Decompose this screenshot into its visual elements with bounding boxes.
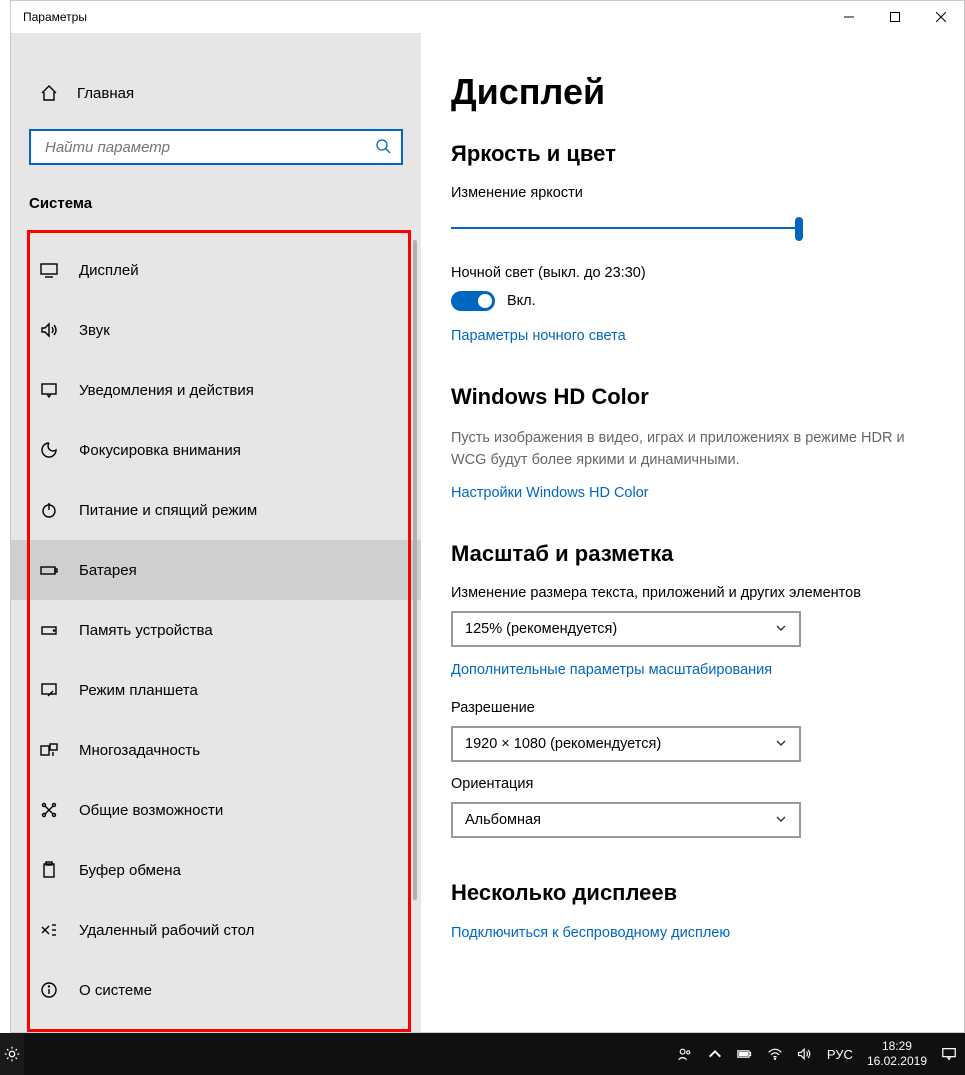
slider-thumb[interactable] xyxy=(795,217,803,241)
clock[interactable]: 18:29 16.02.2019 xyxy=(867,1039,927,1069)
tablet-icon xyxy=(39,680,59,700)
nav-item-battery[interactable]: Батарея xyxy=(11,540,421,600)
nav-item-sound[interactable]: Звук xyxy=(11,300,421,360)
resolution-dropdown[interactable]: 1920 × 1080 (рекомендуется) xyxy=(451,726,801,762)
about-icon xyxy=(39,980,59,1000)
nav-item-shared[interactable]: Общие возможности xyxy=(11,780,421,840)
window-body: Главная Система Дисплей xyxy=(11,33,964,1032)
minimize-button[interactable] xyxy=(826,1,872,33)
action-center-icon[interactable] xyxy=(941,1046,957,1062)
window-controls xyxy=(826,1,964,33)
system-tray: РУС 18:29 16.02.2019 xyxy=(677,1039,957,1069)
page-title: Дисплей xyxy=(451,71,934,113)
maximize-button[interactable] xyxy=(872,1,918,33)
search-input[interactable] xyxy=(45,139,375,156)
nav-item-power[interactable]: Питание и спящий режим xyxy=(11,480,421,540)
volume-icon[interactable] xyxy=(797,1046,813,1062)
search-box[interactable] xyxy=(29,129,403,165)
brightness-label: Изменение яркости xyxy=(451,185,934,201)
nav-item-multitask[interactable]: Многозадачность xyxy=(11,720,421,780)
titlebar: Параметры xyxy=(11,1,964,33)
display-icon xyxy=(39,260,59,280)
brightness-heading: Яркость и цвет xyxy=(451,141,934,167)
scale-dropdown[interactable]: 125% (рекомендуется) xyxy=(451,611,801,647)
nav-item-tablet[interactable]: Режим планшета xyxy=(11,660,421,720)
nav-item-notifications[interactable]: Уведомления и действия xyxy=(11,360,421,420)
search-icon xyxy=(375,138,391,157)
hdcolor-heading: Windows HD Color xyxy=(451,384,934,410)
orientation-label: Ориентация xyxy=(451,776,934,792)
scale-heading: Масштаб и разметка xyxy=(451,541,934,567)
home-button[interactable]: Главная xyxy=(11,73,421,113)
multitask-icon xyxy=(39,740,59,760)
language-indicator[interactable]: РУС xyxy=(827,1047,853,1062)
notifications-icon xyxy=(39,380,59,400)
nightlight-label: Ночной свет (выкл. до 23:30) xyxy=(451,265,934,281)
taskbar: РУС 18:29 16.02.2019 xyxy=(0,1033,965,1075)
scale-label: Изменение размера текста, приложений и д… xyxy=(451,585,934,601)
shared-icon xyxy=(39,800,59,820)
people-icon[interactable] xyxy=(677,1046,693,1062)
nav-item-clipboard[interactable]: Буфер обмена xyxy=(11,840,421,900)
nav-area: Дисплей Звук Уведомления и действия Фоку… xyxy=(11,230,421,1032)
resolution-label: Разрешение xyxy=(451,700,934,716)
chevron-down-icon xyxy=(775,812,787,828)
settings-gear-icon[interactable] xyxy=(0,1033,24,1075)
nav-item-remote[interactable]: Удаленный рабочий стол xyxy=(11,900,421,960)
window-title: Параметры xyxy=(23,10,87,24)
nav-item-storage[interactable]: Память устройства xyxy=(11,600,421,660)
remote-icon xyxy=(39,920,59,940)
nightlight-settings-link[interactable]: Параметры ночного света xyxy=(451,328,626,344)
tray-chevron-icon[interactable] xyxy=(707,1046,723,1062)
chevron-down-icon xyxy=(775,736,787,752)
battery-tray-icon[interactable] xyxy=(737,1046,753,1062)
power-icon xyxy=(39,500,59,520)
nightlight-toggle[interactable] xyxy=(451,291,495,311)
scrollbar[interactable] xyxy=(413,240,417,900)
brightness-slider[interactable] xyxy=(451,211,801,251)
nav-item-focus[interactable]: Фокусировка внимания xyxy=(11,420,421,480)
chevron-down-icon xyxy=(775,621,787,637)
storage-icon xyxy=(39,620,59,640)
clipboard-icon xyxy=(39,860,59,880)
focus-icon xyxy=(39,440,59,460)
orientation-dropdown[interactable]: Альбомная xyxy=(451,802,801,838)
wifi-icon[interactable] xyxy=(767,1046,783,1062)
scale-advanced-link[interactable]: Дополнительные параметры масштабирования xyxy=(451,662,772,678)
multidisplay-heading: Несколько дисплеев xyxy=(451,880,934,906)
nav-item-display[interactable]: Дисплей xyxy=(11,240,421,300)
hdcolor-link[interactable]: Настройки Windows HD Color xyxy=(451,485,649,501)
home-label: Главная xyxy=(77,85,134,102)
nav-list: Дисплей Звук Уведомления и действия Фоку… xyxy=(11,230,421,1020)
sidebar: Главная Система Дисплей xyxy=(11,33,421,1032)
home-icon xyxy=(39,83,59,103)
battery-icon xyxy=(39,560,59,580)
category-label: Система xyxy=(11,165,421,230)
nav-item-about[interactable]: О системе xyxy=(11,960,421,1020)
toggle-label: Вкл. xyxy=(507,293,536,309)
hdcolor-desc: Пусть изображения в видео, играх и прило… xyxy=(451,428,934,472)
settings-window: Параметры Главная Система xyxy=(10,0,965,1033)
close-button[interactable] xyxy=(918,1,964,33)
sound-icon xyxy=(39,320,59,340)
content-area: Дисплей Яркость и цвет Изменение яркости… xyxy=(421,33,964,1032)
wireless-display-link[interactable]: Подключиться к беспроводному дисплею xyxy=(451,925,730,941)
